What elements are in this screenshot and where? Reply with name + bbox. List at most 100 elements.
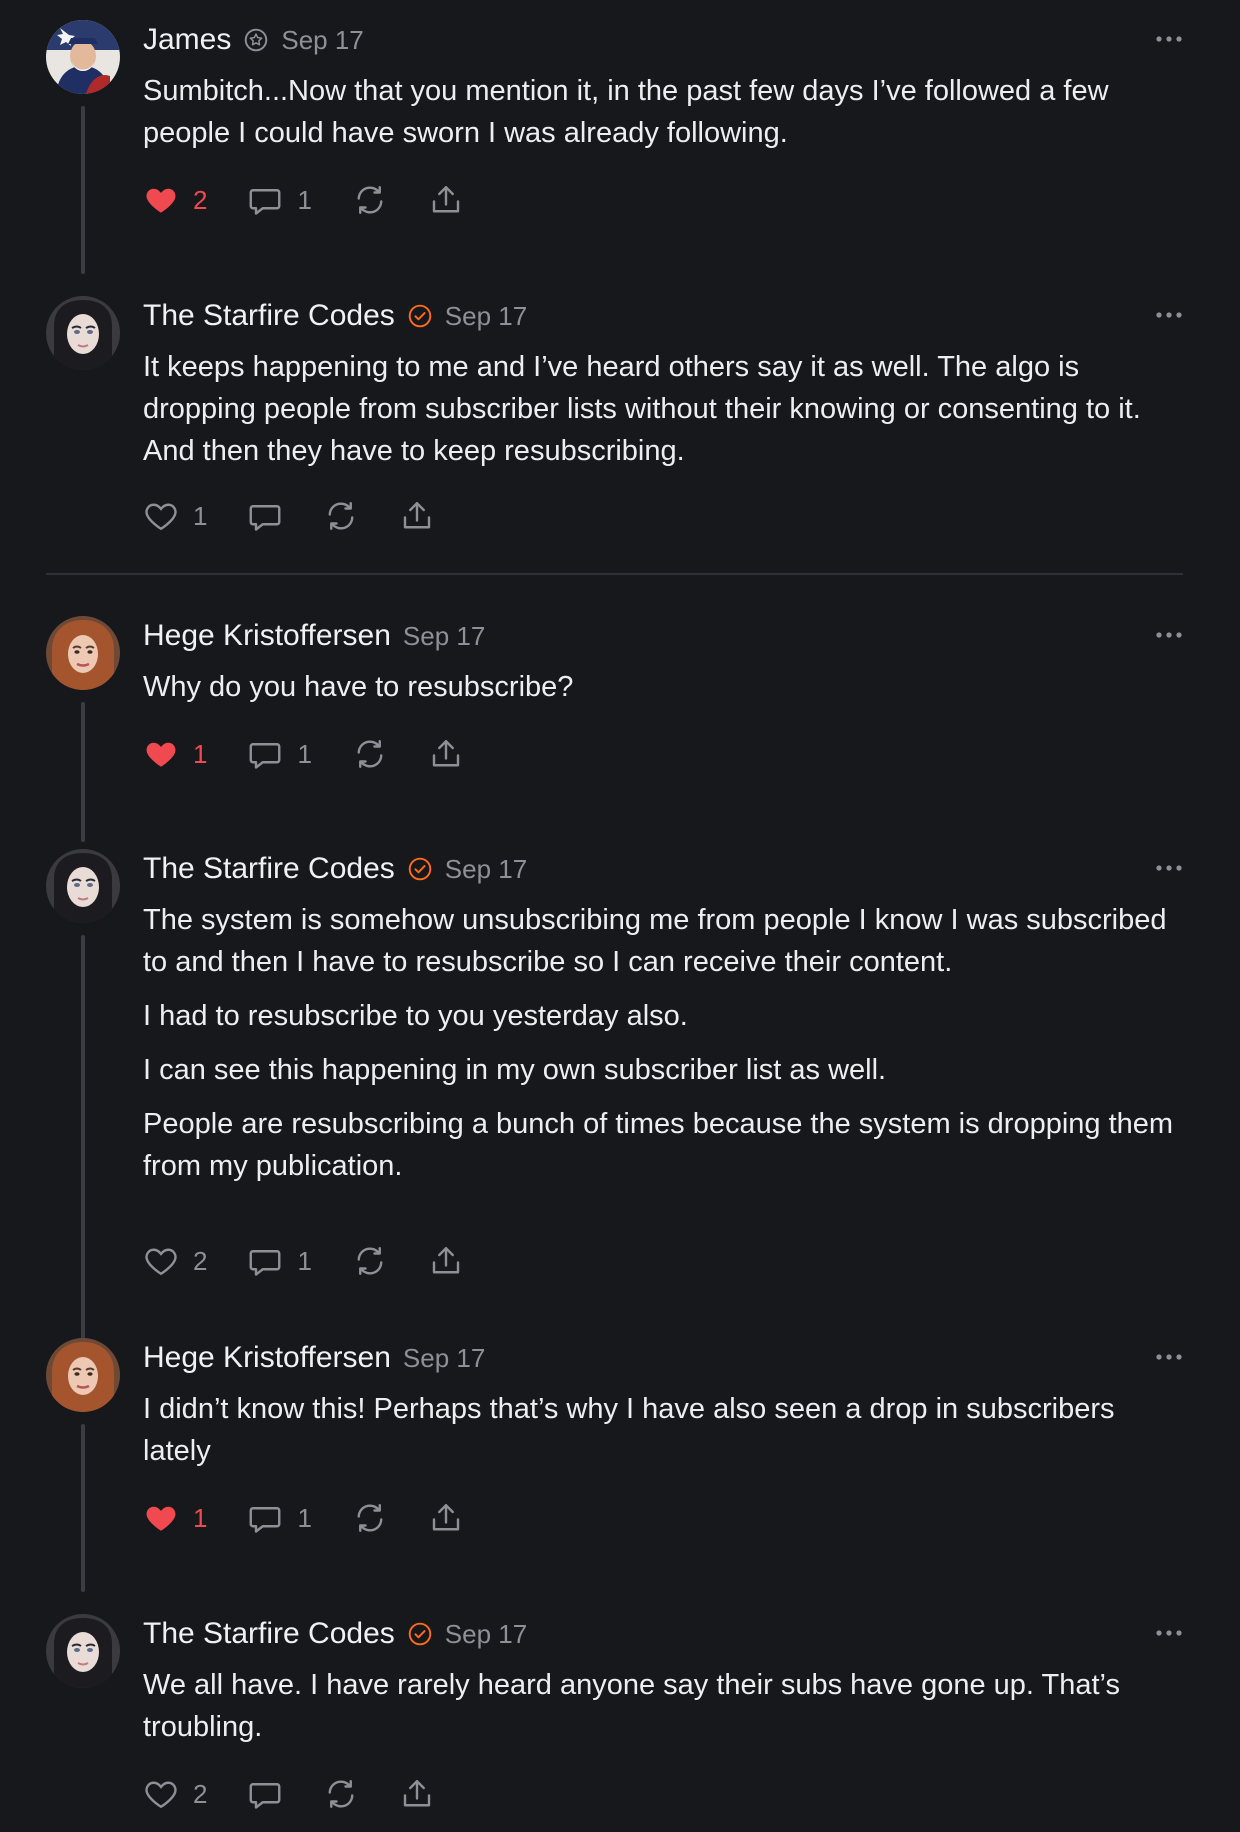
author-name[interactable]: Hege Kristoffersen	[143, 1341, 391, 1375]
share-icon	[428, 736, 464, 772]
comment-button[interactable]	[247, 1776, 283, 1812]
share-button[interactable]	[428, 1243, 464, 1279]
restack-button[interactable]	[352, 1243, 388, 1279]
like-count: 2	[193, 1245, 208, 1276]
like-count: 2	[193, 1778, 208, 1809]
restack-button[interactable]	[323, 498, 359, 534]
restack-icon	[352, 1500, 388, 1536]
more-options-icon[interactable]	[1154, 302, 1184, 328]
comment-text: The system is somehow unsubscribing me f…	[143, 904, 1167, 978]
more-options-icon[interactable]	[1154, 855, 1184, 881]
comment-body: Sumbitch...Now that you mention it, in t…	[143, 70, 1183, 166]
action-bar: 1 1	[143, 1498, 504, 1538]
author-name[interactable]: The Starfire Codes	[143, 299, 395, 333]
author-name[interactable]: Hege Kristoffersen	[143, 619, 391, 653]
action-bar: 2	[143, 1774, 475, 1814]
post-date[interactable]: Sep 17	[445, 1619, 527, 1650]
more-options-icon[interactable]	[1154, 1620, 1184, 1646]
like-button[interactable]: 2	[143, 182, 207, 218]
comment-text: I had to resubscribe to you yesterday al…	[143, 1000, 688, 1032]
action-bar: 2 1	[143, 180, 504, 220]
avatar[interactable]	[46, 849, 120, 923]
heart-filled-icon	[143, 736, 179, 772]
share-button[interactable]	[428, 736, 464, 772]
share-button[interactable]	[399, 1776, 435, 1812]
comment-count: 1	[297, 1245, 312, 1276]
avatar[interactable]	[46, 1338, 120, 1412]
restack-icon	[352, 182, 388, 218]
like-button[interactable]: 2	[143, 1776, 207, 1812]
restack-button[interactable]	[352, 1500, 388, 1536]
restack-button[interactable]	[352, 736, 388, 772]
thread-line	[81, 1424, 85, 1592]
comment-button[interactable]: 1	[247, 736, 312, 772]
more-options-icon[interactable]	[1154, 622, 1184, 648]
comment-header: The Starfire Codes Sep 17	[143, 296, 527, 336]
restack-icon	[323, 498, 359, 534]
comment-button[interactable]	[247, 498, 283, 534]
heart-filled-icon	[143, 182, 179, 218]
action-bar: 1 1	[143, 734, 504, 774]
comment-icon	[247, 1243, 283, 1279]
post-date[interactable]: Sep 17	[281, 25, 363, 56]
avatar[interactable]	[46, 1614, 120, 1688]
like-button[interactable]: 1	[143, 1500, 207, 1536]
like-button[interactable]: 1	[143, 498, 207, 534]
comment-body: We all have. I have rarely heard anyone …	[143, 1664, 1183, 1760]
comment-thread: James Sep 17 Sumbitch...Now that you men…	[0, 0, 1240, 1832]
post-date[interactable]: Sep 17	[403, 621, 485, 652]
comment-header: The Starfire Codes Sep 17	[143, 849, 527, 889]
comment-text: I didn’t know this! Perhaps that’s why I…	[143, 1393, 1115, 1467]
comment-header: Hege Kristoffersen Sep 17	[143, 616, 485, 656]
avatar[interactable]	[46, 616, 120, 690]
restack-button[interactable]	[323, 1776, 359, 1812]
author-name[interactable]: James	[143, 23, 231, 57]
comment-icon	[247, 182, 283, 218]
comment-button[interactable]: 1	[247, 182, 312, 218]
share-button[interactable]	[428, 1500, 464, 1536]
share-button[interactable]	[428, 182, 464, 218]
author-name[interactable]: The Starfire Codes	[143, 852, 395, 886]
share-icon	[399, 498, 435, 534]
thread-line	[81, 702, 85, 842]
author-name[interactable]: The Starfire Codes	[143, 1617, 395, 1651]
verified-badge-icon	[407, 303, 433, 329]
comment-button[interactable]: 1	[247, 1243, 312, 1279]
subscriber-badge-icon	[243, 27, 269, 53]
like-button[interactable]: 2	[143, 1243, 207, 1279]
comment-button[interactable]: 1	[247, 1500, 312, 1536]
avatar[interactable]	[46, 20, 120, 94]
like-count: 1	[193, 1502, 208, 1533]
thread-line	[81, 935, 85, 1401]
comment-text: We all have. I have rarely heard anyone …	[143, 1669, 1120, 1743]
post-date[interactable]: Sep 17	[403, 1343, 485, 1374]
restack-button[interactable]	[352, 182, 388, 218]
restack-icon	[352, 1243, 388, 1279]
more-options-icon[interactable]	[1154, 1344, 1184, 1370]
share-icon	[428, 1500, 464, 1536]
post-date[interactable]: Sep 17	[445, 854, 527, 885]
comment-header: The Starfire Codes Sep 17	[143, 1614, 527, 1654]
comment-text: I can see this happening in my own subsc…	[143, 1054, 887, 1086]
verified-badge-icon	[407, 1621, 433, 1647]
comment-count: 1	[297, 1502, 312, 1533]
avatar[interactable]	[46, 296, 120, 370]
share-button[interactable]	[399, 498, 435, 534]
share-icon	[399, 1776, 435, 1812]
comment-icon	[247, 498, 283, 534]
like-button[interactable]: 1	[143, 736, 207, 772]
thread-divider	[46, 573, 1183, 575]
post-date[interactable]: Sep 17	[445, 301, 527, 332]
comment-icon	[247, 1776, 283, 1812]
comment-body: Why do you have to resubscribe?	[143, 666, 1183, 720]
share-icon	[428, 182, 464, 218]
heart-icon	[143, 1776, 179, 1812]
like-count: 1	[193, 500, 208, 531]
action-bar: 1	[143, 496, 475, 536]
restack-icon	[323, 1776, 359, 1812]
heart-icon	[143, 1243, 179, 1279]
comment-icon	[247, 736, 283, 772]
more-options-icon[interactable]	[1154, 26, 1184, 52]
comment-header: James Sep 17	[143, 20, 364, 60]
comment-body: The system is somehow unsubscribing me f…	[143, 899, 1183, 1199]
